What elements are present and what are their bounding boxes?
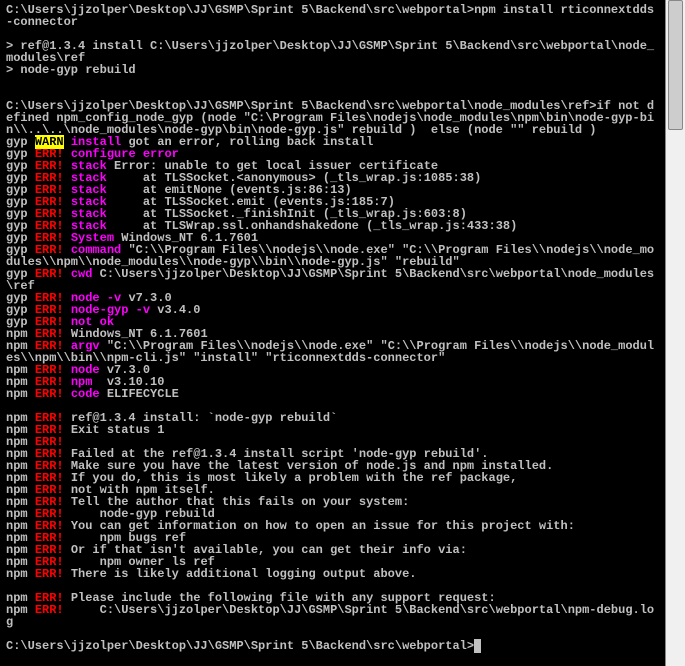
terminal-text-segment: C:\Users\jjzolper\Desktop\JJ\GSMP\Sprint… bbox=[6, 639, 474, 653]
terminal-line: > node-gyp rebuild bbox=[6, 64, 659, 76]
terminal-text-segment: ERR! bbox=[35, 603, 64, 617]
terminal-text-segment: "C:\\Program Files\\nodejs\\node.exe" "C… bbox=[6, 339, 654, 365]
terminal-text-segment: ERR! bbox=[35, 567, 64, 581]
terminal-text-segment: > node-gyp rebuild bbox=[6, 63, 136, 77]
terminal-text-segment: ELIFECYCLE bbox=[100, 387, 179, 401]
terminal-text-segment: cwd bbox=[71, 267, 93, 281]
terminal-line: npm ERR! code ELIFECYCLE bbox=[6, 388, 659, 400]
terminal-line: npm ERR! C:\Users\jjzolper\Desktop\JJ\GS… bbox=[6, 604, 659, 628]
terminal-line: npm ERR! argv "C:\\Program Files\\nodejs… bbox=[6, 340, 659, 364]
terminal-line: gyp ERR! cwd C:\Users\jjzolper\Desktop\J… bbox=[6, 268, 659, 292]
terminal-text-segment bbox=[64, 387, 71, 401]
terminal-text-segment: ERR! bbox=[35, 267, 64, 281]
terminal-line: npm ERR! Exit status 1 bbox=[6, 424, 659, 436]
terminal-line: C:\Users\jjzolper\Desktop\JJ\GSMP\Sprint… bbox=[6, 4, 659, 28]
terminal-line: C:\Users\jjzolper\Desktop\JJ\GSMP\Sprint… bbox=[6, 100, 659, 136]
terminal-text-segment: There is likely additional logging outpu… bbox=[64, 567, 417, 581]
terminal-line: npm ERR! There is likely additional logg… bbox=[6, 568, 659, 580]
terminal-line bbox=[6, 76, 659, 88]
terminal-text-segment: code bbox=[71, 387, 100, 401]
terminal-line: gyp ERR! command "C:\\Program Files\\nod… bbox=[6, 244, 659, 268]
terminal-line: > ref@1.3.4 install C:\Users\jjzolper\De… bbox=[6, 40, 659, 64]
terminal-text-segment: Exit status 1 bbox=[64, 423, 165, 437]
terminal-text-segment: C:\Users\jjzolper\Desktop\JJ\GSMP\Sprint… bbox=[6, 267, 654, 293]
terminal-text-segment bbox=[64, 267, 71, 281]
terminal-text-segment: > ref@1.3.4 install C:\Users\jjzolper\De… bbox=[6, 39, 654, 65]
terminal-text-segment: C:\Users\jjzolper\Desktop\JJ\GSMP\Sprint… bbox=[6, 3, 654, 29]
terminal-text-segment: ERR! bbox=[35, 387, 64, 401]
terminal-text-segment: v3.4.0 bbox=[150, 303, 200, 317]
terminal-text-segment bbox=[474, 639, 481, 653]
scrollbar-thumb[interactable] bbox=[668, 0, 683, 130]
terminal-output[interactable]: C:\Users\jjzolper\Desktop\JJ\GSMP\Sprint… bbox=[0, 0, 665, 666]
terminal-text-segment: C:\Users\jjzolper\Desktop\JJ\GSMP\Sprint… bbox=[6, 603, 654, 629]
terminal-line: C:\Users\jjzolper\Desktop\JJ\GSMP\Sprint… bbox=[6, 640, 659, 652]
terminal-text-segment: C:\Users\jjzolper\Desktop\JJ\GSMP\Sprint… bbox=[6, 99, 654, 137]
scrollbar-vertical[interactable] bbox=[665, 0, 685, 666]
terminal-text-segment: npm bbox=[6, 387, 35, 401]
terminal-text-segment: npm bbox=[6, 567, 35, 581]
